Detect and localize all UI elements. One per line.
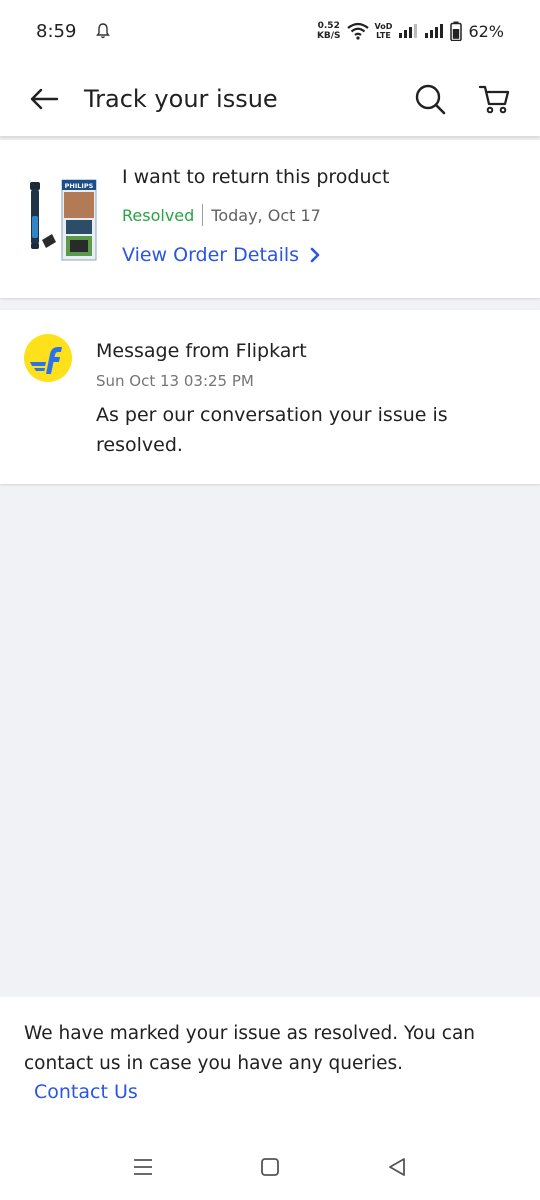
volte-top: VoD: [374, 22, 393, 31]
cart-button[interactable]: [476, 81, 512, 117]
battery-percent: 62%: [468, 21, 504, 41]
product-thumbnail: PHILIPS: [30, 179, 97, 261]
battery-icon: [450, 21, 463, 41]
status-time: 8:59: [36, 20, 77, 42]
status-badge: Resolved: [122, 205, 195, 225]
cart-icon: [478, 85, 510, 114]
chevron-right-icon: [310, 247, 320, 263]
issue-status-line: Resolved Today, Oct 17: [122, 204, 321, 226]
message-timestamp: Sun Oct 13 03:25 PM: [96, 372, 254, 390]
menu-lines-icon: [134, 1159, 153, 1175]
status-indicators: 0.52 KB/S VoD LTE 62%: [317, 21, 504, 41]
volte-bottom: LTE: [376, 31, 391, 40]
home-button[interactable]: [255, 1152, 285, 1182]
product-brand-text: PHILIPS: [65, 182, 94, 190]
network-speed: 0.52 KB/S: [317, 21, 341, 41]
wifi-icon: [346, 22, 369, 40]
issue-card[interactable]: PHILIPS I want to return this product Re…: [0, 140, 540, 298]
network-speed-value: 0.52: [317, 21, 340, 31]
recent-apps-button[interactable]: [128, 1152, 158, 1182]
resolution-note-text: We have marked your issue as resolved. Y…: [24, 1023, 476, 1074]
system-navigation-bar: [0, 1134, 540, 1200]
message-sender: Message from Flipkart: [96, 340, 307, 362]
page-title: Track your issue: [84, 85, 278, 113]
volte-indicator: VoD LTE: [375, 22, 393, 40]
search-button[interactable]: [412, 81, 448, 117]
notification-bell-icon: [96, 23, 111, 39]
message-card: Message from Flipkart Sun Oct 13 03:25 P…: [0, 310, 540, 484]
back-nav-button[interactable]: [382, 1152, 412, 1182]
view-order-details-label: View Order Details: [122, 244, 300, 266]
issue-title: I want to return this product: [122, 166, 390, 188]
status-date: Today, Oct 17: [211, 205, 321, 225]
status-divider: [202, 204, 204, 226]
flipkart-logo-icon: [24, 334, 72, 382]
signal-icon-sim2: [425, 24, 444, 38]
back-button[interactable]: [24, 79, 64, 119]
back-arrow-icon: [30, 88, 59, 110]
app-bar: Track your issue: [0, 62, 540, 136]
resolution-note-panel: We have marked your issue as resolved. Y…: [0, 997, 540, 1134]
status-bar: 8:59 0.52 KB/S VoD LTE 62%: [0, 0, 540, 62]
view-order-details-link[interactable]: View Order Details: [122, 244, 321, 266]
search-icon: [415, 84, 446, 115]
app-bar-actions: [412, 81, 512, 117]
signal-icon-sim1: [399, 24, 418, 38]
home-square-icon: [261, 1158, 279, 1176]
back-triangle-icon: [388, 1158, 405, 1176]
network-speed-unit: KB/S: [316, 31, 341, 41]
message-body: As per our conversation your issue is re…: [96, 404, 448, 456]
contact-us-link[interactable]: Contact Us: [34, 1081, 138, 1103]
